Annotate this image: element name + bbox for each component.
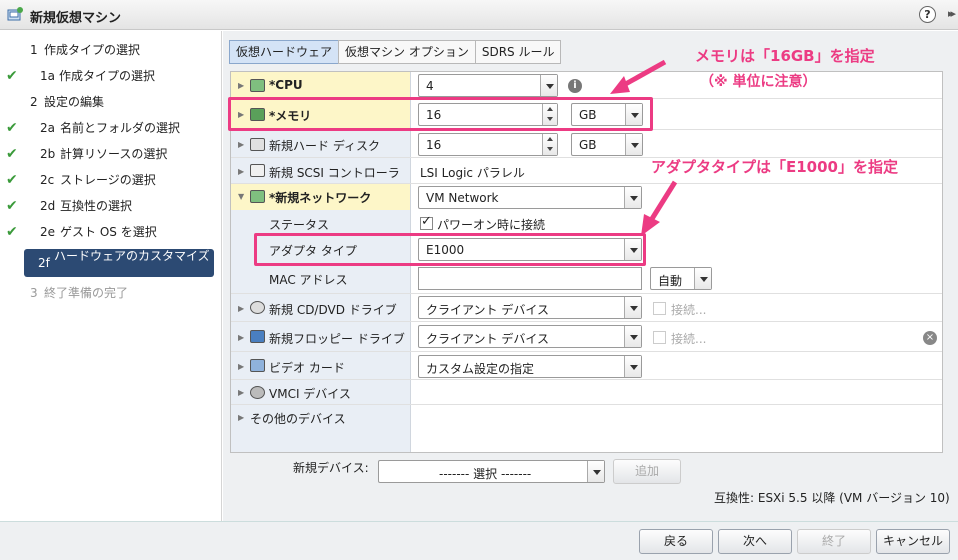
memory-annotation: メモリは「16GB」を指定 xyxy=(695,47,875,65)
adapter-annotation: アダプタタイプは「E1000」を指定 xyxy=(651,158,898,176)
memory-annotation-sub: （※ 単位に注意） xyxy=(700,74,817,90)
adapter-arrow xyxy=(647,180,678,224)
memory-arrow xyxy=(620,59,667,89)
adapter-arrowhead-icon xyxy=(641,214,660,236)
memory-arrowhead-icon xyxy=(610,76,630,94)
